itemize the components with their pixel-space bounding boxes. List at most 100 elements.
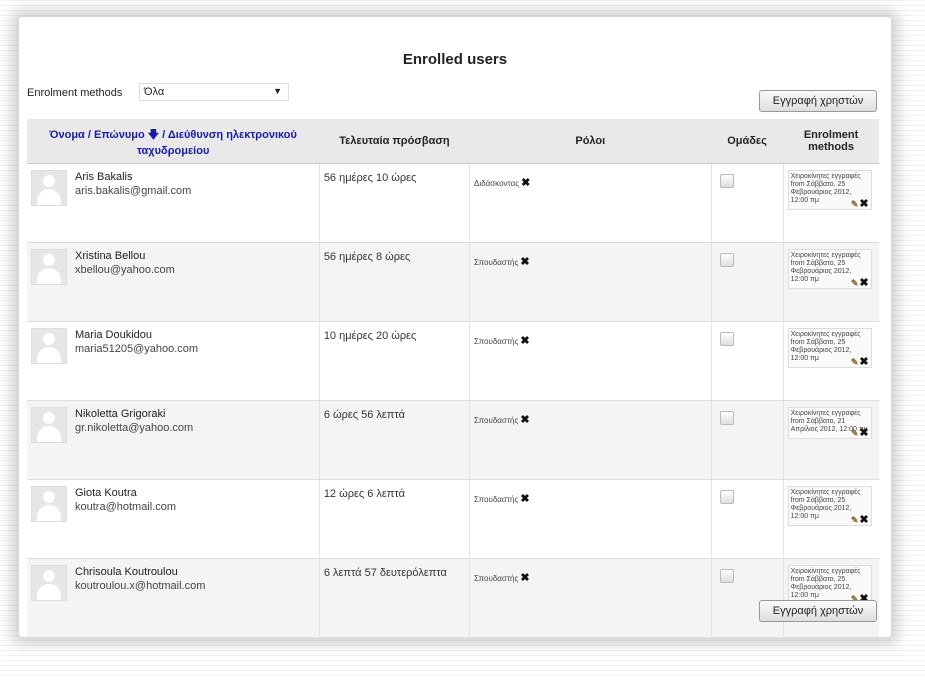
add-group-icon[interactable] <box>719 569 734 583</box>
enrolment-method-cell: Χειροκίνητες εγγραφές from Σάββατο, 21 Α… <box>782 400 879 480</box>
edit-enrolment-icon[interactable]: ✎ <box>851 199 859 209</box>
header-groups: Ομάδες <box>711 119 784 164</box>
remove-role-icon[interactable]: ✖ <box>521 177 530 189</box>
user-name[interactable]: Chrisoula Koutroulou <box>31 565 315 579</box>
edit-enrolment-icon[interactable]: ✎ <box>851 515 859 525</box>
role-name: Σπουδαστής <box>474 337 519 346</box>
roles-cell: Διδάσκοντας ✖ <box>469 163 711 243</box>
role-name: Σπουδαστής <box>474 574 519 583</box>
enrolment-methods-selected: Όλα <box>144 86 165 98</box>
role-badge: Σπουδαστής ✖ <box>474 486 706 505</box>
user-cell: Nikoletta Grigoraki gr.nikoletta@yahoo.c… <box>27 400 320 480</box>
roles-cell: Σπουδαστής ✖ <box>469 479 711 559</box>
header-enrolment-methods: Enrolment methods <box>783 119 879 164</box>
roles-cell: Σπουδαστής ✖ <box>469 400 711 480</box>
avatar[interactable] <box>31 486 67 522</box>
enrolment-method: Χειροκίνητες εγγραφές from Σάββατο, 25 Φ… <box>787 328 872 368</box>
remove-role-icon[interactable]: ✖ <box>520 414 529 426</box>
last-access-cell: 6 ώρες 56 λεπτά <box>318 400 470 480</box>
sort-last-name-link[interactable]: Επώνυμο <box>94 129 145 141</box>
roles-cell: Σπουδαστής ✖ <box>469 321 711 401</box>
user-cell: Giota Koutra koutra@hotmail.com <box>27 479 320 559</box>
header-last-access[interactable]: Τελευταία πρόσβαση <box>319 119 470 164</box>
unenrol-icon[interactable]: ✖ <box>859 356 868 368</box>
role-badge: Διδάσκοντας ✖ <box>474 170 706 189</box>
sort-desc-icon: 🡇 <box>147 128 160 141</box>
add-group-icon[interactable] <box>719 174 734 188</box>
add-group-icon[interactable] <box>719 253 734 267</box>
remove-role-icon[interactable]: ✖ <box>520 335 529 347</box>
role-name: Σπουδαστής <box>474 258 519 267</box>
enrol-users-button-top[interactable]: Εγγραφή χρηστών <box>759 90 877 112</box>
last-access-value: 56 ημέρες 10 ώρες <box>323 172 417 184</box>
user-name[interactable]: Maria Doukidou <box>31 328 315 342</box>
table-row: Xristina Bellou xbellou@yahoo.com 56 ημέ… <box>27 242 879 322</box>
enrolment-methods-select[interactable]: Όλα ▼ <box>139 83 289 101</box>
remove-role-icon[interactable]: ✖ <box>520 256 529 268</box>
user-email: koutroulou.x@hotmail.com <box>75 580 206 592</box>
groups-cell <box>710 479 784 559</box>
last-access-cell: 56 ημέρες 10 ώρες <box>318 163 470 243</box>
header-separator: / <box>84 128 94 141</box>
user-name[interactable]: Aris Bakalis <box>31 170 315 184</box>
table-row: Giota Koutra koutra@hotmail.com 12 ώρες … <box>27 479 879 559</box>
sort-first-name-link[interactable]: Όνομα <box>49 129 84 141</box>
roles-cell: Σπουδαστής ✖ <box>469 558 711 638</box>
last-access-cell: 10 ημέρες 20 ώρες <box>318 321 470 401</box>
enrolled-users-table: Όνομα / Επώνυμο 🡇 / Διεύθυνση ηλεκτρονικ… <box>27 119 879 638</box>
table-row: Aris Bakalis aris.bakalis@gmail.com 56 η… <box>27 163 879 243</box>
last-access-value: 6 ώρες 56 λεπτά <box>323 409 405 421</box>
header-name: Όνομα / Επώνυμο 🡇 / Διεύθυνση ηλεκτρονικ… <box>27 119 320 164</box>
user-name[interactable]: Nikoletta Grigoraki <box>31 407 315 421</box>
role-name: Σπουδαστής <box>474 416 519 425</box>
user-name[interactable]: Xristina Bellou <box>31 249 315 263</box>
user-cell: Xristina Bellou xbellou@yahoo.com <box>27 242 320 322</box>
avatar[interactable] <box>31 407 67 443</box>
roles-cell: Σπουδαστής ✖ <box>469 242 711 322</box>
page-title: Enrolled users <box>402 51 508 68</box>
user-name[interactable]: Giota Koutra <box>31 486 315 500</box>
add-group-icon[interactable] <box>719 411 734 425</box>
table-row: Maria Doukidou maria51205@yahoo.com 10 η… <box>27 321 879 401</box>
user-cell: Aris Bakalis aris.bakalis@gmail.com <box>27 163 320 243</box>
avatar[interactable] <box>31 565 67 601</box>
avatar[interactable] <box>31 328 67 364</box>
enrolment-method-cell: Χειροκίνητες εγγραφές from Σάββατο, 25 Φ… <box>782 558 879 638</box>
enrolment-method-cell: Χειροκίνητες εγγραφές from Σάββατο, 25 Φ… <box>782 242 879 322</box>
unenrol-icon[interactable]: ✖ <box>859 427 868 439</box>
role-name: Διδάσκοντας <box>474 179 520 188</box>
role-badge: Σπουδαστής ✖ <box>474 328 706 347</box>
add-group-icon[interactable] <box>719 332 734 346</box>
unenrol-icon[interactable]: ✖ <box>859 277 868 289</box>
enrolment-method: Χειροκίνητες εγγραφές from Σάββατο, 25 Φ… <box>787 249 872 289</box>
enrolment-method: Χειροκίνητες εγγραφές from Σάββατο, 25 Φ… <box>787 565 872 605</box>
unenrol-icon[interactable]: ✖ <box>859 514 868 526</box>
enrolment-method: Χειροκίνητες εγγραφές from Σάββατο, 25 Φ… <box>787 486 872 526</box>
edit-enrolment-icon[interactable]: ✎ <box>851 278 859 288</box>
edit-enrolment-icon[interactable]: ✎ <box>851 428 859 438</box>
avatar[interactable] <box>31 249 67 285</box>
enrolment-method: Χειροκίνητες εγγραφές from Σάββατο, 21 Α… <box>787 407 872 439</box>
enrolled-users-panel: Enrolled users Enrolment methods Όλα ▼ Ε… <box>18 16 892 638</box>
edit-enrolment-icon[interactable]: ✎ <box>851 357 859 367</box>
role-badge: Σπουδαστής ✖ <box>474 249 706 268</box>
last-access-value: 12 ώρες 6 λεπτά <box>323 488 405 500</box>
avatar[interactable] <box>31 170 67 206</box>
enrolment-methods-label: Enrolment methods <box>27 87 123 99</box>
add-group-icon[interactable] <box>719 490 734 504</box>
remove-role-icon[interactable]: ✖ <box>520 572 529 584</box>
table-row: Nikoletta Grigoraki gr.nikoletta@yahoo.c… <box>27 400 879 480</box>
enrolment-method-cell: Χειροκίνητες εγγραφές from Σάββατο, 25 Φ… <box>782 321 879 401</box>
last-access-cell: 56 ημέρες 8 ώρες <box>318 242 470 322</box>
unenrol-icon[interactable]: ✖ <box>859 198 868 210</box>
last-access-value: 56 ημέρες 8 ώρες <box>323 251 411 263</box>
role-name: Σπουδαστής <box>474 495 519 504</box>
role-badge: Σπουδαστής ✖ <box>474 565 706 584</box>
groups-cell <box>710 242 784 322</box>
groups-cell <box>710 163 784 243</box>
table-row: Chrisoula Koutroulou koutroulou.x@hotmai… <box>27 558 879 638</box>
enrol-users-button-bottom[interactable]: Εγγραφή χρηστών <box>759 600 877 622</box>
last-access-cell: 6 λεπτά 57 δευτερόλεπτα <box>318 558 470 638</box>
remove-role-icon[interactable]: ✖ <box>520 493 529 505</box>
enrolment-method: Χειροκίνητες εγγραφές from Σάββατο, 25 Φ… <box>787 170 872 210</box>
